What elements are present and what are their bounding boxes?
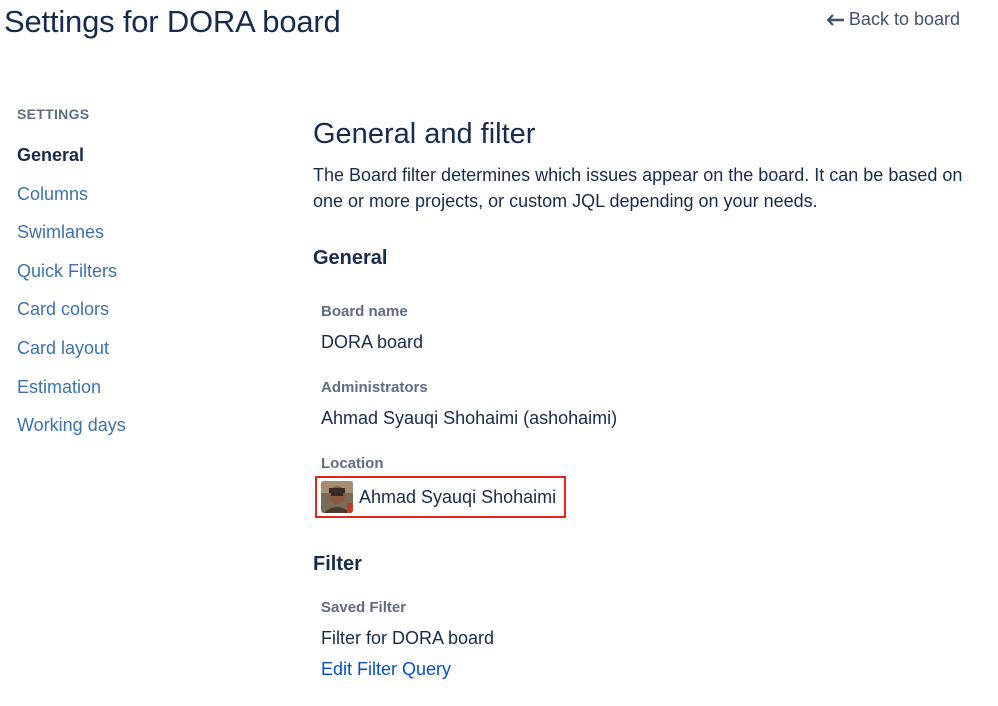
sidebar-item-quick-filters[interactable]: Quick Filters <box>17 259 257 283</box>
back-to-board-label: Back to board <box>848 9 960 29</box>
section-title: General and filter <box>313 118 536 150</box>
location-field: Location Ahmad Syauqi Shohaimi <box>313 454 978 518</box>
general-heading: General <box>313 247 388 269</box>
board-name-field: Board name DORA board <box>313 302 978 354</box>
filter-heading: Filter <box>313 553 362 575</box>
sidebar-item-estimation[interactable]: Estimation <box>17 375 257 399</box>
location-label: Location <box>321 455 384 472</box>
back-to-board-link[interactable]: Back to board <box>826 9 960 30</box>
administrators-value: Ahmad Syauqi Shohaimi (ashohaimi) <box>321 408 618 428</box>
sidebar-item-swimlanes[interactable]: Swimlanes <box>17 220 257 244</box>
sidebar-heading: SETTINGS <box>17 106 90 122</box>
settings-main: General and filter The Board filter dete… <box>313 114 978 681</box>
edit-filter-query-link[interactable]: Edit Filter Query <box>321 657 451 681</box>
sidebar-item-working-days[interactable]: Working days <box>17 413 257 437</box>
user-avatar <box>321 481 353 513</box>
sidebar-item-general[interactable]: General <box>17 143 257 167</box>
sidebar-item-card-layout[interactable]: Card layout <box>17 336 257 360</box>
board-name-value: DORA board <box>321 332 424 352</box>
location-value[interactable]: Ahmad Syauqi Shohaimi <box>359 485 556 509</box>
saved-filter-label: Saved Filter <box>321 599 407 616</box>
saved-filter-field: Saved Filter Filter for DORA board Edit … <box>313 598 978 681</box>
saved-filter-value: Filter for DORA board <box>321 628 495 648</box>
intro-text: The Board filter determines which issues… <box>313 165 963 211</box>
location-highlight: Ahmad Syauqi Shohaimi <box>315 476 567 518</box>
sidebar-item-columns[interactable]: Columns <box>17 182 257 206</box>
administrators-field: Administrators Ahmad Syauqi Shohaimi (as… <box>313 378 978 430</box>
settings-sidebar: SETTINGS General Columns Swimlanes Quick… <box>17 104 257 452</box>
board-name-label: Board name <box>321 303 408 320</box>
administrators-label: Administrators <box>321 379 428 396</box>
page-title: Settings for DORA board <box>4 4 341 39</box>
sidebar-item-card-colors[interactable]: Card colors <box>17 297 257 321</box>
arrow-left-icon <box>826 13 845 26</box>
